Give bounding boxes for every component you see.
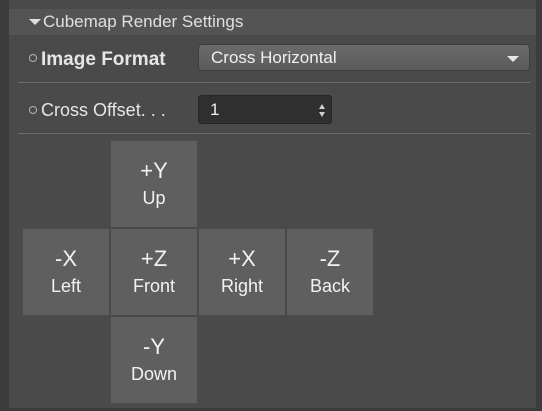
section-title: Cubemap Render Settings [43, 12, 244, 31]
face-axis-label: -Y [143, 334, 165, 359]
face-name-label: Left [50, 276, 82, 296]
cube-face-left[interactable]: -X Left [23, 229, 109, 315]
face-axis-label: -X [55, 246, 77, 271]
cube-face-right[interactable]: +X Right [199, 229, 285, 315]
image-format-keyframe-icon[interactable] [29, 54, 37, 62]
cross-offset-keyframe-icon[interactable] [29, 106, 37, 114]
face-axis-label: +X [228, 246, 256, 271]
divider [18, 82, 530, 83]
image-format-label: Image Format [41, 49, 166, 70]
decrement-arrow-icon[interactable] [319, 112, 325, 117]
cube-face-down[interactable]: -Y Down [111, 317, 197, 403]
cross-offset-label: Cross Offset. . . [41, 100, 166, 120]
face-name-label: Down [130, 364, 178, 384]
increment-arrow-icon[interactable] [319, 104, 325, 109]
face-name-label: Up [142, 188, 166, 208]
face-axis-label: -Z [319, 246, 341, 271]
cube-face-up[interactable]: +Y Up [111, 141, 197, 227]
face-axis-label: +Y [140, 158, 168, 183]
image-format-value: Cross Horizontal [211, 48, 337, 67]
cube-face-back[interactable]: -Z Back [287, 229, 373, 315]
dropdown-arrow-icon [507, 56, 519, 62]
section-header[interactable]: Cubemap Render Settings [9, 9, 536, 35]
divider [18, 133, 530, 134]
cross-offset-value: 1 [210, 100, 220, 119]
image-format-dropdown[interactable]: Cross Horizontal [198, 44, 530, 71]
collapse-triangle-icon[interactable] [29, 19, 41, 25]
cross-offset-input[interactable]: 1 [198, 95, 332, 124]
cube-face-front[interactable]: +Z Front [111, 229, 197, 315]
face-name-label: Front [132, 276, 175, 296]
face-name-label: Back [309, 276, 351, 296]
face-name-label: Right [220, 276, 264, 296]
face-axis-label: +Z [140, 246, 168, 271]
